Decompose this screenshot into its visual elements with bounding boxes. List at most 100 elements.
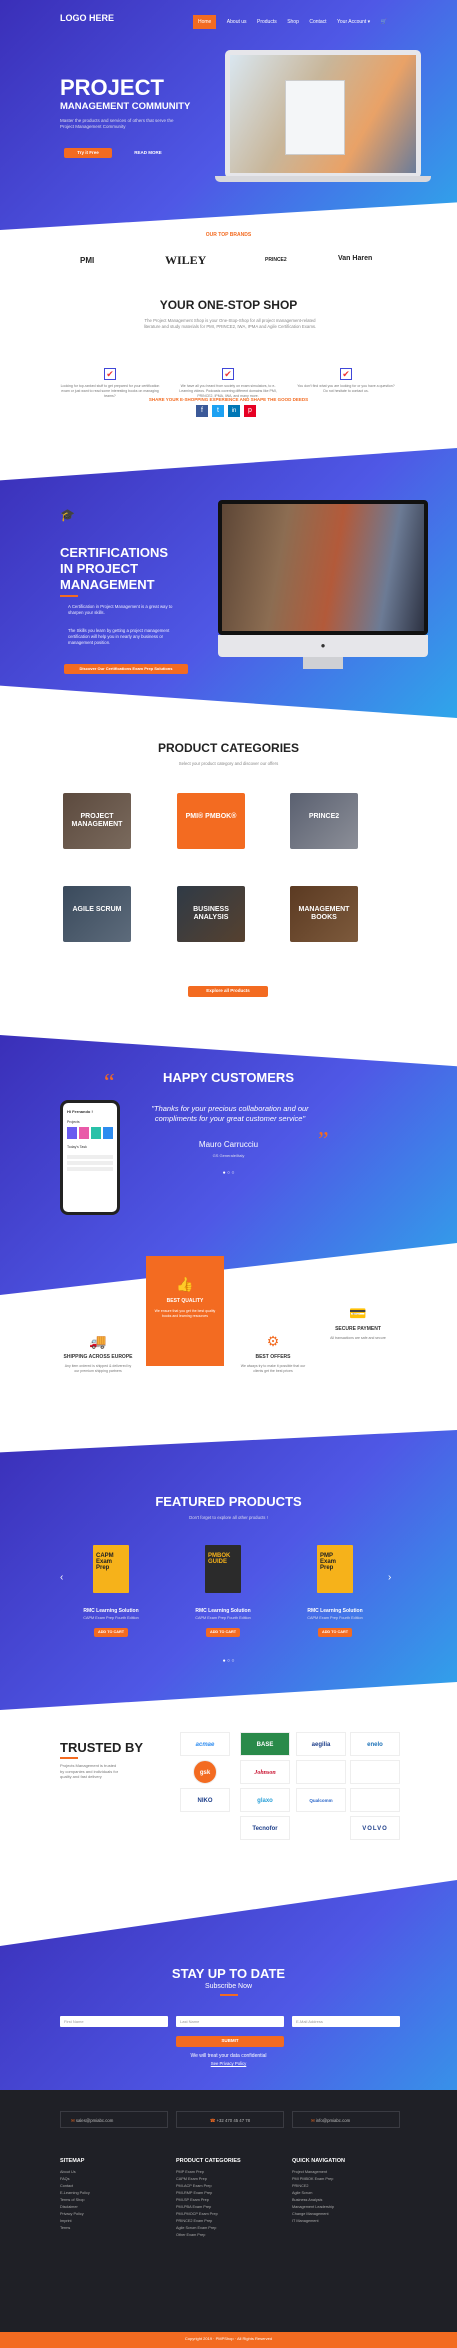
phone-mockup: Hi Fernando ! Projects Today's Task: [60, 1100, 120, 1215]
check-icon: ✔: [104, 368, 116, 380]
quick-nav-link[interactable]: Business Analysis: [292, 2197, 400, 2204]
add-to-cart-button-1[interactable]: ADD TO CART: [94, 1628, 128, 1637]
footer-phone-box[interactable]: ☎ +32 470 45 47 78: [176, 2111, 284, 2128]
last-name-field[interactable]: Last Name: [176, 2016, 284, 2027]
footer-categories: PRODUCT CATEGORIES PMP Exam Prep CAPM Exa…: [176, 2158, 284, 2239]
brands-heading: OUR TOP BRANDS: [205, 232, 252, 238]
sitemap-link[interactable]: Terms of Shop: [60, 2197, 160, 2204]
quick-nav-link[interactable]: PMI PMBOK Exam Prep: [292, 2176, 400, 2183]
trusted-logo-2: BASE: [240, 1732, 290, 1756]
featured-dots[interactable]: ● ○ ○: [0, 1658, 457, 1664]
nav-products[interactable]: Products: [257, 19, 277, 25]
category-prince2[interactable]: PRINCE2: [290, 793, 358, 849]
try-free-button[interactable]: Try it Free: [64, 148, 112, 158]
shop-desc: The Project Management Shop is your One-…: [143, 318, 317, 329]
quick-nav-link[interactable]: Change Management: [292, 2211, 400, 2218]
sitemap-link[interactable]: E-Learning Policy: [60, 2190, 160, 2197]
nav-shop[interactable]: Shop: [287, 19, 299, 25]
mail-icon: ✉: [311, 2118, 315, 2123]
feature-col-3: ✔ You don't find what you are looking fo…: [297, 368, 395, 393]
nav-account[interactable]: Your Account ▾: [337, 19, 370, 25]
category-link[interactable]: PMI-RMP Exam Prep: [176, 2190, 284, 2197]
top-nav: Home About us Products Shop Contact Your…: [190, 10, 430, 29]
customer-quote: "Thanks for your precious collaboration …: [151, 1104, 309, 1123]
nav-contact[interactable]: Contact: [309, 19, 326, 25]
category-pmbok[interactable]: PMI® PMBOK®: [177, 793, 245, 849]
quote-open-icon: “: [104, 1070, 115, 1096]
category-agile-scrum[interactable]: AGILE SCRUM: [63, 886, 131, 942]
trusted-logo-12: [350, 1788, 400, 1812]
cert-bullet-1: A Certification in Project Management is…: [68, 604, 173, 615]
category-business-analysis[interactable]: BUSINESS ANALYSIS: [177, 886, 245, 942]
quick-nav-link[interactable]: IT Management: [292, 2218, 400, 2225]
cart-icon[interactable]: 🛒: [381, 19, 387, 25]
pinterest-icon[interactable]: p: [244, 405, 256, 417]
category-link[interactable]: PMP Exam Prep: [176, 2169, 284, 2176]
cert-title-3: MANAGEMENT: [60, 577, 155, 592]
product-cover-3[interactable]: PMP Exam Prep: [317, 1545, 353, 1593]
category-link[interactable]: CAPM Exam Prep: [176, 2176, 284, 2183]
copyright: Copyright 2019 · PMPShop · All Rights Re…: [184, 2336, 273, 2341]
sitemap-link[interactable]: Imprint: [60, 2218, 160, 2225]
sitemap-link[interactable]: Disclaimer: [60, 2204, 160, 2211]
first-name-field[interactable]: First Name: [60, 2016, 168, 2027]
brand-pmi: PMI: [80, 256, 95, 265]
logo[interactable]: LOGO HERE: [60, 13, 114, 23]
subscribe-title: STAY UP TO DATE: [171, 1966, 286, 1981]
nav-about[interactable]: About us: [227, 19, 247, 25]
product-cover-1[interactable]: CAPM Exam Prep: [93, 1545, 129, 1593]
privacy-link[interactable]: See Privacy Policy: [0, 2061, 457, 2066]
linkedin-icon[interactable]: in: [228, 405, 240, 417]
category-link[interactable]: PMI-SP Exam Prep: [176, 2197, 284, 2204]
category-management-books[interactable]: MANAGEMENT BOOKS: [290, 886, 358, 942]
category-project-management[interactable]: PROJECT MANAGEMENT: [63, 793, 131, 849]
sitemap-link[interactable]: FAQs: [60, 2176, 160, 2183]
carousel-prev-icon[interactable]: ‹: [60, 1572, 63, 1583]
share-text: SHARE YOUR E-SHOPPING EXPERIENCE AND SHA…: [148, 397, 309, 402]
product-sub-1: CAPM Exam Prep Fourth Edition: [83, 1616, 139, 1620]
quick-nav-link[interactable]: Agile Scrum: [292, 2190, 400, 2197]
laptop-base: [215, 176, 431, 182]
sitemap-link[interactable]: Contact: [60, 2183, 160, 2190]
footer-quick-nav: QUICK NAVIGATION Project Management PMI P…: [292, 2158, 400, 2225]
customers-title: HAPPY CUSTOMERS: [163, 1070, 294, 1085]
category-link[interactable]: PMI-PMOCP Exam Prep: [176, 2211, 284, 2218]
quick-nav-link[interactable]: PRINCE2: [292, 2183, 400, 2190]
product-name-1: RMC Learning Solution: [83, 1608, 139, 1614]
sitemap-link[interactable]: About Us: [60, 2169, 160, 2176]
carousel-next-icon[interactable]: ›: [388, 1572, 391, 1583]
explore-products-button[interactable]: Explore all Products: [188, 986, 268, 997]
category-link[interactable]: Other Exam Prep: [176, 2232, 284, 2239]
add-to-cart-button-3[interactable]: ADD TO CART: [318, 1628, 352, 1637]
cert-title-2: IN PROJECT: [60, 561, 139, 576]
facebook-icon[interactable]: f: [196, 405, 208, 417]
product-name-2: RMC Learning Solution: [195, 1608, 251, 1614]
discover-cert-button[interactable]: Discover Our Certifications Exam Prep So…: [64, 664, 188, 674]
hero-subtitle: MANAGEMENT COMMUNITY: [60, 101, 191, 112]
add-to-cart-button-2[interactable]: ADD TO CART: [206, 1628, 240, 1637]
email-field[interactable]: E-Mail Address: [292, 2016, 400, 2027]
trusted-logo-8: [350, 1760, 400, 1784]
product-cover-2[interactable]: PMBOK GUIDE: [205, 1545, 241, 1593]
footer-email2-box[interactable]: ✉ info@pmiabc.com: [292, 2111, 400, 2128]
truck-icon: 🚚: [89, 1333, 107, 1349]
read-more-button[interactable]: READ MORE: [128, 148, 168, 158]
twitter-icon[interactable]: t: [212, 405, 224, 417]
trusted-logo-3: aegilia: [296, 1732, 346, 1756]
quick-nav-link[interactable]: Management Leadership: [292, 2204, 400, 2211]
trusted-logo-9: NIKO: [180, 1788, 230, 1812]
category-link[interactable]: PRINCE2 Exam Prep: [176, 2218, 284, 2225]
footer-email-box[interactable]: ✉ sales@pmiabc.com: [60, 2111, 168, 2128]
category-link[interactable]: Agile Scrum Exam Prep: [176, 2225, 284, 2232]
category-link[interactable]: PMI-PBA Exam Prep: [176, 2204, 284, 2211]
trusted-desc: Projects Management is trusted by compan…: [60, 1763, 119, 1779]
submit-button[interactable]: SUBMIT: [176, 2036, 284, 2047]
sitemap-link[interactable]: Privacy Policy: [60, 2211, 160, 2218]
sitemap-link[interactable]: Terms: [60, 2225, 160, 2232]
phone-projects-label: Projects: [67, 1120, 80, 1124]
nav-home[interactable]: Home: [193, 15, 217, 29]
quick-nav-link[interactable]: Project Management: [292, 2169, 400, 2176]
trusted-logo-11: Qualcomm: [296, 1788, 346, 1812]
category-link[interactable]: PMI-ACP Exam Prep: [176, 2183, 284, 2190]
trusted-logo-4: enelo: [350, 1732, 400, 1756]
